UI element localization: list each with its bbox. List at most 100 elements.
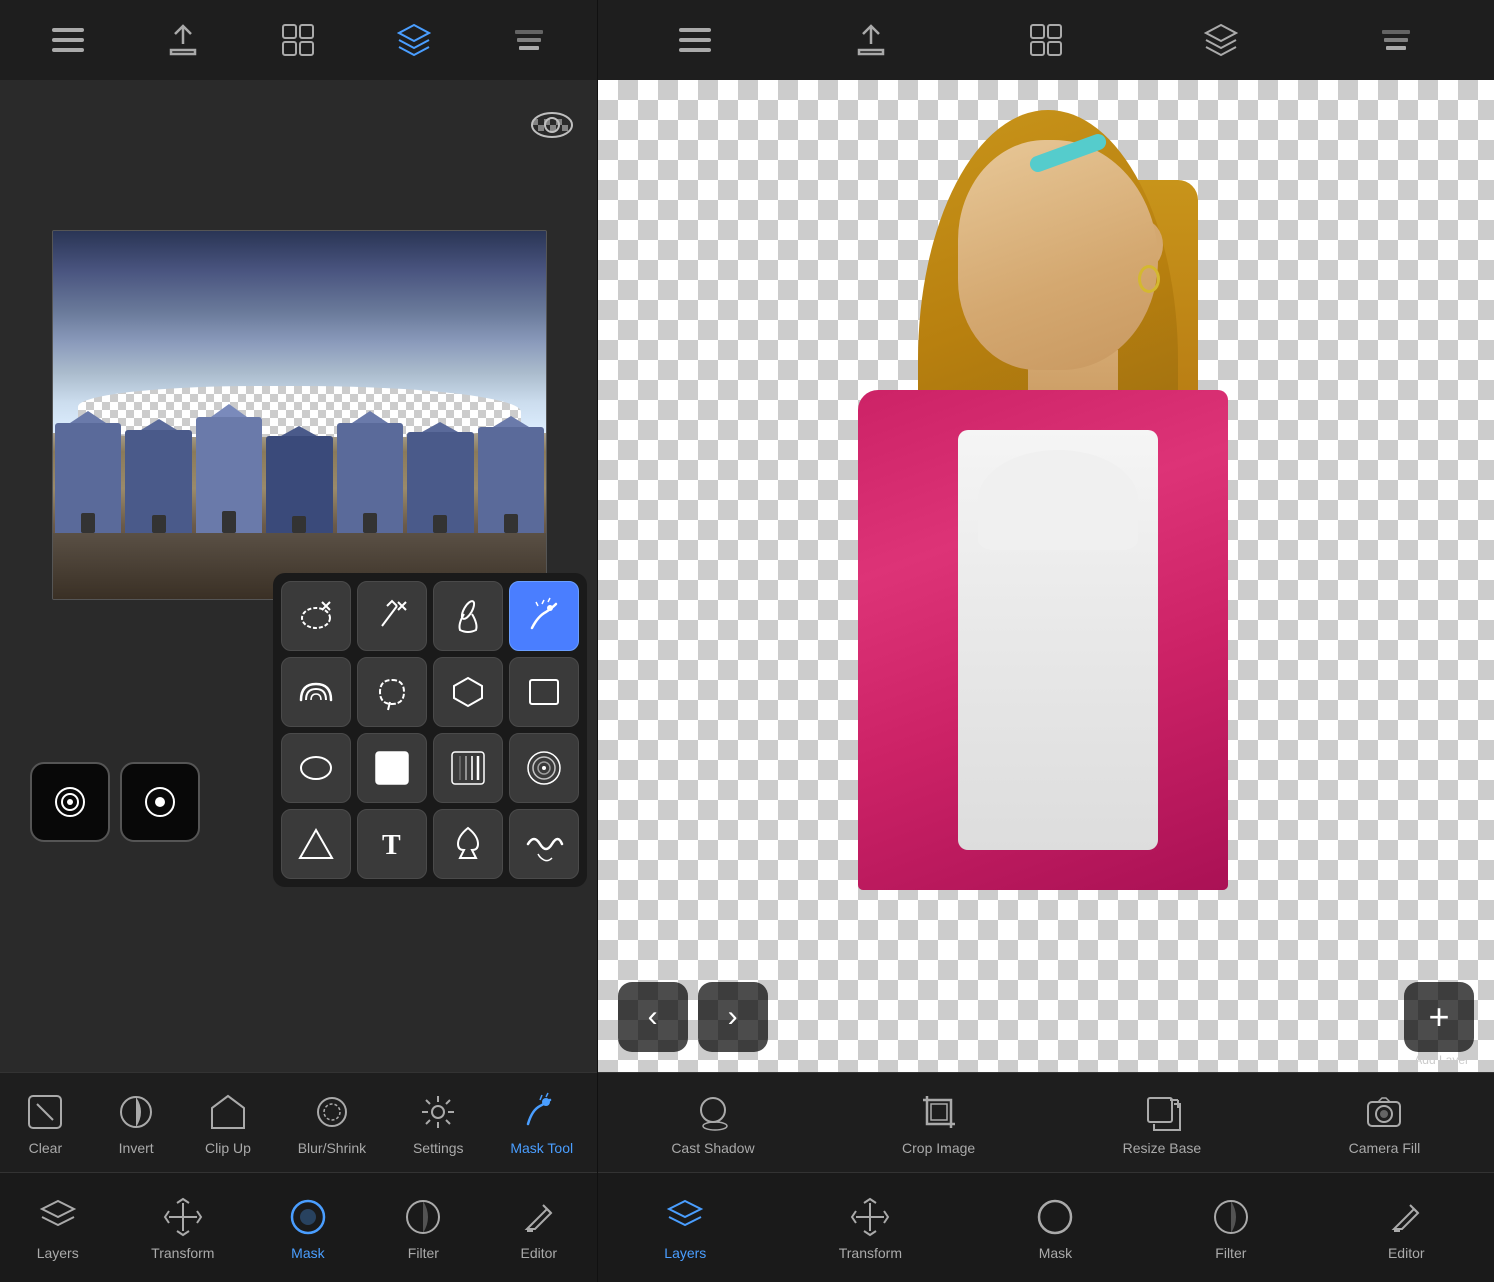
transform-nav-label: Transform [151,1245,214,1261]
spade-tool-btn[interactable] [433,809,503,879]
right-canvas-area: ‹ › + Add Layer [598,80,1494,1072]
editor-nav-icon [517,1195,561,1239]
grid-icon[interactable] [274,16,322,64]
top-bar-right [598,0,1494,80]
canvas-area-left: T [0,80,597,1072]
export-icon-right[interactable] [847,16,895,64]
clip-up-tool-item[interactable]: Clip Up [205,1090,251,1156]
layers-stack-icon-right[interactable] [1197,16,1245,64]
wave-tool-btn[interactable] [509,809,579,879]
editor-nav-left[interactable]: Editor [501,1187,577,1269]
filter-nav-left[interactable]: Filter [385,1187,461,1269]
clear-label: Clear [29,1140,62,1156]
mask-nav-label: Mask [291,1245,324,1261]
menu-icon[interactable] [44,16,92,64]
cast-shadow-label: Cast Shadow [671,1140,754,1156]
settings-icon [416,1090,460,1134]
layers-nav-right-label: Layers [664,1245,706,1261]
polygon-tool-btn[interactable] [433,657,503,727]
right-panel: ‹ › + Add Layer Cast Shadow Crop Image R… [598,0,1494,1282]
clip-up-label: Clip Up [205,1140,251,1156]
mask-nav-left[interactable]: Mask [270,1187,346,1269]
grid-icon-right[interactable] [1022,16,1070,64]
cast-shadow-tool-item[interactable]: Cast Shadow [671,1090,754,1156]
settings-tool-item[interactable]: Settings [413,1090,464,1156]
transform-nav-icon [161,1195,205,1239]
eraser-tool-btn[interactable] [433,581,503,651]
crop-image-icon [917,1090,961,1134]
clear-icon [23,1090,67,1134]
layers-nav-icon [36,1195,80,1239]
blur-shrink-label: Blur/Shrink [298,1140,366,1156]
invert-icon [114,1090,158,1134]
blur-shrink-icon [310,1090,354,1134]
resize-base-icon [1140,1090,1184,1134]
layers-stack-active-icon[interactable] [390,16,438,64]
left-panel: T Clear [0,0,597,1282]
transform-nav-right-icon [848,1195,892,1239]
filter-nav-icon [401,1195,445,1239]
mask-nav-icon [286,1195,330,1239]
text-tool-btn[interactable]: T [357,809,427,879]
rect-select-tool-btn[interactable] [509,657,579,727]
transform-nav-left[interactable]: Transform [135,1187,230,1269]
export-icon[interactable] [159,16,207,64]
next-arrow-button[interactable]: › [698,982,768,1052]
tool-panel: T [273,573,587,887]
transform-nav-right[interactable]: Transform [823,1187,918,1269]
filter-nav-right[interactable]: Filter [1193,1187,1269,1269]
linear-gradient-tool-btn[interactable] [357,733,427,803]
filter-nav-label: Filter [408,1245,439,1261]
radial-gradient-tool-btn[interactable] [509,733,579,803]
add-layer-button[interactable]: + [1404,982,1474,1052]
ellipse-tool-btn[interactable] [281,733,351,803]
horiz-gradient-tool-btn[interactable] [433,733,503,803]
canvas-action-buttons [30,762,200,842]
camera-fill-icon [1362,1090,1406,1134]
cast-shadow-icon [691,1090,735,1134]
mask-tool-label: Mask Tool [510,1140,573,1156]
rainbow-tool-btn[interactable] [281,657,351,727]
layers-nav-left[interactable]: Layers [20,1187,96,1269]
magic-x-tool-btn[interactable] [357,581,427,651]
invert-tool-item[interactable]: Invert [114,1090,158,1156]
clear-tool-item[interactable]: Clear [23,1090,67,1156]
crop-image-tool-item[interactable]: Crop Image [902,1090,975,1156]
resize-base-label: Resize Base [1123,1140,1202,1156]
camera-fill-tool-item[interactable]: Camera Fill [1349,1090,1421,1156]
beach-image [52,230,547,600]
eye-icon[interactable] [527,100,577,150]
menu-icon-right[interactable] [671,16,719,64]
layers-icon-right[interactable] [1372,16,1420,64]
filter-nav-right-label: Filter [1215,1245,1246,1261]
layers-nav-right-icon [663,1195,707,1239]
add-layer-label: Add Layer [1414,1053,1469,1067]
editor-nav-label: Editor [521,1245,558,1261]
camera-fill-label: Camera Fill [1349,1140,1421,1156]
editor-nav-right[interactable]: Editor [1368,1187,1444,1269]
mask-nav-right[interactable]: Mask [1017,1187,1093,1269]
settings-label: Settings [413,1140,464,1156]
transform-nav-right-label: Transform [839,1245,902,1261]
lasso-x-tool-btn[interactable] [281,581,351,651]
lasso-tool-btn[interactable] [357,657,427,727]
top-bar-left [0,0,597,80]
prev-arrow-button[interactable]: ‹ [618,982,688,1052]
layers-icon[interactable] [505,16,553,64]
filter-nav-right-icon [1209,1195,1253,1239]
resize-base-tool-item[interactable]: Resize Base [1123,1090,1202,1156]
target-button[interactable] [30,762,110,842]
magic-brush-tool-btn[interactable] [509,581,579,651]
mask-nav-right-label: Mask [1039,1245,1072,1261]
triangle-tool-btn[interactable] [281,809,351,879]
blur-shrink-tool-item[interactable]: Blur/Shrink [298,1090,366,1156]
girl-image [698,80,1238,962]
circle-dot-button[interactable] [120,762,200,842]
editor-nav-right-label: Editor [1388,1245,1425,1261]
mask-tool-item[interactable]: Mask Tool [510,1090,573,1156]
layers-nav-label: Layers [37,1245,79,1261]
crop-image-label: Crop Image [902,1140,975,1156]
mask-tool-icon [520,1090,564,1134]
mask-nav-right-icon [1033,1195,1077,1239]
layers-nav-right[interactable]: Layers [647,1187,723,1269]
